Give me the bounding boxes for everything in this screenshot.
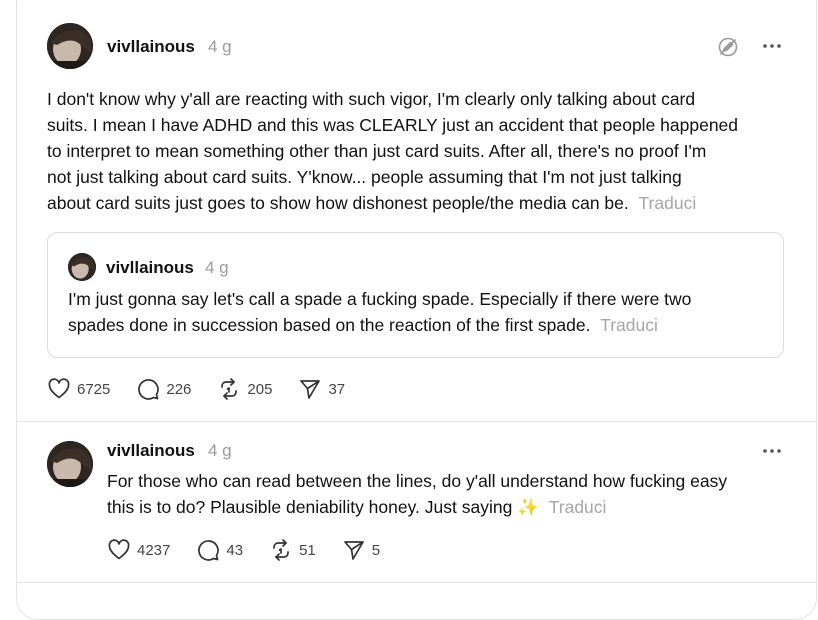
more-icon[interactable] [762,38,782,59]
translate-link[interactable]: Traduci [639,193,697,213]
post-time[interactable]: 4 g [208,37,232,57]
repost-count: 51 [299,541,316,559]
share-button[interactable]: 37 [298,377,345,401]
post-text-last: about card suits just goes to show how d… [47,193,629,213]
quote-time[interactable]: 4 g [205,258,229,278]
reply-count: 43 [226,541,244,559]
quoted-post[interactable]: vivllainous 4 g I'm just gonna say let's… [47,232,784,358]
reply-avatar[interactable] [47,441,93,487]
comment-icon [196,538,220,562]
no-edit-icon[interactable] [717,36,739,63]
reply-username[interactable]: vivllainous [107,441,195,461]
like-button[interactable]: 4237 [107,538,170,562]
like-button[interactable]: 6725 [47,377,110,401]
reply-count: 226 [166,380,192,398]
divider [17,582,816,583]
quote-text-line: spades done in succession based on the r… [68,312,768,338]
reply-button[interactable]: 226 [136,377,191,401]
heart-icon [107,538,131,562]
more-icon[interactable] [762,443,782,464]
post-text-line: suits. I mean I have ADHD and this was C… [47,115,739,135]
reply-button[interactable]: 43 [196,538,243,562]
reply-text-line: this is to do? Plausible deniability hon… [107,494,797,520]
post-username[interactable]: vivllainous [107,37,195,57]
translate-link[interactable]: Traduci [549,497,607,517]
quote-text-line: I'm just gonna say let's call a spade a … [68,289,692,309]
repost-count: 205 [247,380,273,398]
like-count: 4237 [137,541,171,559]
post-text-line: to interpret to mean something other tha… [47,141,707,161]
quote-username[interactable]: vivllainous [106,258,194,278]
share-count: 5 [371,541,381,559]
quote-avatar[interactable] [68,253,96,281]
post-text-line: not just talking about card suits. Y'kno… [47,167,682,187]
repost-icon [217,377,241,401]
quote-text-last: spades done in succession based on the r… [68,315,591,335]
translate-link[interactable]: Traduci [600,315,658,335]
share-count: 37 [328,380,346,398]
reply-text-last: this is to do? Plausible deniability hon… [107,497,539,517]
reply-text: For those who can read between the lines… [107,468,797,520]
post-actions: 6725 226 205 37 [47,377,371,401]
post-text-line: about card suits just goes to show how d… [47,190,787,216]
divider [17,421,816,422]
repost-button[interactable]: 205 [217,377,272,401]
quote-text: I'm just gonna say let's call a spade a … [68,286,768,338]
reply-actions: 4237 43 51 5 [107,538,406,562]
reply-time[interactable]: 4 g [208,441,232,461]
post-text: I don't know why y'all are reacting with… [47,86,787,216]
post-text-line: I don't know why y'all are reacting with… [47,89,696,109]
like-count: 6725 [77,380,111,398]
send-icon [342,538,366,562]
heart-icon [47,377,71,401]
share-button[interactable]: 5 [342,538,380,562]
reply-text-line: For those who can read between the lines… [107,471,728,491]
repost-icon [269,538,293,562]
avatar[interactable] [47,23,93,69]
send-icon [298,377,322,401]
repost-button[interactable]: 51 [269,538,316,562]
comment-icon [136,377,160,401]
